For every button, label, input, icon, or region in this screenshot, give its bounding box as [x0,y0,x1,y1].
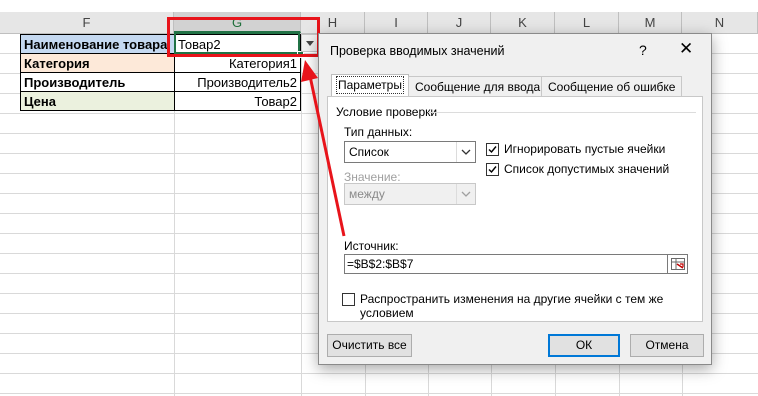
dialog-title: Проверка вводимых значений [330,44,505,58]
data-type-value: Список [349,145,389,159]
column-header-j[interactable]: J [428,12,491,33]
in-cell-dropdown-label: Список допустимых значений [504,162,670,176]
tab-input-message[interactable]: Сообщение для ввода [408,76,548,97]
cancel-button[interactable]: Отмена [630,334,704,357]
tab-settings[interactable]: Параметры [331,74,409,97]
in-cell-dropdown-checkbox[interactable]: Список допустимых значений [486,162,669,176]
source-input[interactable]: =$B$2:$B$7 [344,254,668,274]
cell-value-price[interactable]: Товар2 [174,91,301,111]
cell-label-price[interactable]: Цена [20,91,175,111]
column-header-i[interactable]: I [365,12,428,33]
data-type-select[interactable]: Список [344,141,476,163]
tab-error-alert[interactable]: Сообщение об ошибке [541,76,683,97]
column-header-k[interactable]: K [491,12,555,33]
clear-all-button[interactable]: Очистить все [327,334,412,357]
data-validation-dialog: Проверка вводимых значений ? ✕ Параметры… [318,33,712,365]
column-header-bar: F G H I J K L M N [0,12,758,34]
apply-all-checkbox[interactable]: Распространить изменения на другие ячейк… [342,292,663,320]
settings-panel: Условие проверки Тип данных: Список Знач… [327,96,703,322]
column-header-n[interactable]: N [682,12,758,33]
highlight-rectangle [167,17,320,57]
checkmark-icon [488,145,497,153]
column-header-f[interactable]: F [0,12,174,33]
group-title: Условие проверки [336,105,438,119]
value-select-value: между [349,187,385,201]
value-select[interactable]: между [344,183,476,205]
source-label: Источник: [344,239,399,253]
chevron-down-icon [461,149,471,155]
help-button[interactable]: ? [639,42,647,58]
column-header-m[interactable]: M [619,12,682,33]
ignore-blank-label: Игнорировать пустые ячейки [504,142,666,156]
ok-button[interactable]: ОК [548,334,620,357]
cell-label-category[interactable]: Категория [20,53,175,73]
apply-all-label-line2: условием [360,306,414,320]
cell-value-manufacturer[interactable]: Производитель2 [174,72,301,92]
range-select-button[interactable] [668,254,688,274]
data-type-label: Тип данных: [344,125,413,139]
range-picker-icon [670,258,685,270]
close-button[interactable]: ✕ [679,39,693,59]
chevron-down-icon [461,191,471,197]
apply-all-label-line1: Распространить изменения на другие ячейк… [360,292,664,306]
cell-label-manufacturer[interactable]: Производитель [20,72,175,92]
column-header-l[interactable]: L [555,12,619,33]
checkmark-icon [488,165,497,173]
group-divider [428,112,696,113]
cell-label-product-name[interactable]: Наименование товара [20,34,175,54]
ignore-blank-checkbox[interactable]: Игнорировать пустые ячейки [486,142,665,156]
value-label: Значение: [344,170,401,184]
